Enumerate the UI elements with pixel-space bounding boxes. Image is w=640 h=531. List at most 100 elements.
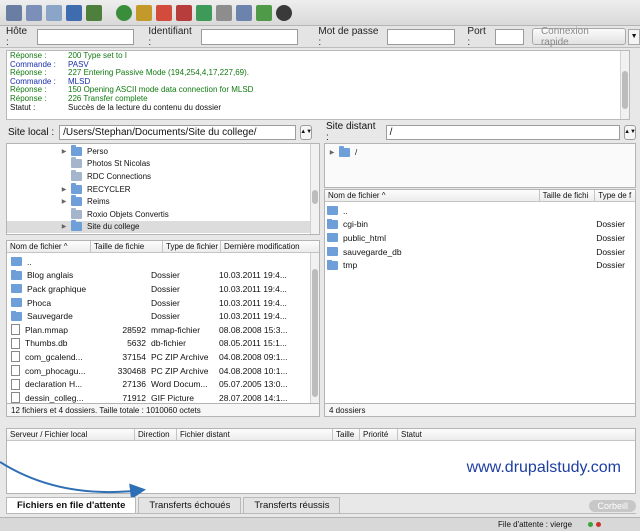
tab-failed-transfers[interactable]: Transferts échoués bbox=[138, 497, 242, 513]
process-queue-icon[interactable] bbox=[136, 4, 152, 21]
folder-icon bbox=[71, 169, 82, 181]
remote-file-row[interactable]: cgi-bin Dossier bbox=[325, 218, 635, 232]
folder-icon bbox=[11, 283, 22, 294]
user-input[interactable] bbox=[201, 28, 299, 45]
expand-triangle-icon[interactable]: ▶ bbox=[57, 198, 71, 205]
remote-col-type[interactable]: Type de f bbox=[595, 190, 635, 201]
remote-file-name: public_html bbox=[343, 232, 386, 243]
local-file-size: 27136 bbox=[122, 379, 146, 390]
local-tree-item[interactable]: ▶ RECYCLER bbox=[7, 182, 319, 196]
host-input[interactable] bbox=[36, 28, 135, 45]
remote-file-row[interactable]: .. bbox=[325, 204, 635, 218]
local-file-row[interactable]: com_gcalend... 37154 PC ZIP Archive 04.08.2… bbox=[7, 350, 319, 364]
remote-file-row[interactable]: sauvegarde_db Dossier bbox=[325, 245, 635, 259]
quickconnect-button[interactable]: Connexion rapide bbox=[531, 26, 627, 48]
local-path-bar: Site local : /Users/Stephan/Documents/Si… bbox=[8, 122, 320, 142]
local-file-type: mmap-fichier bbox=[151, 324, 201, 335]
folder-icon bbox=[11, 270, 22, 280]
toggle-remote-tree-icon[interactable] bbox=[66, 4, 82, 21]
expand-triangle-icon[interactable]: ▶ bbox=[57, 148, 71, 155]
local-file-date: 05.07.2005 13:0... bbox=[219, 379, 288, 390]
remote-tree-root[interactable]: ▶ / bbox=[325, 145, 635, 159]
local-tree-scrollbar[interactable] bbox=[310, 144, 319, 234]
local-tree-item[interactable]: ▶ Perso bbox=[7, 144, 319, 158]
compare-icon[interactable] bbox=[236, 4, 252, 21]
remote-path-input[interactable]: / bbox=[385, 124, 620, 140]
local-file-row[interactable]: com_phocagu... 330468 PC ZIP Archive 04.08.… bbox=[7, 364, 319, 378]
queue-col-server-local-file[interactable]: Serveur / Fichier local bbox=[7, 429, 135, 440]
reconnect-icon[interactable] bbox=[196, 4, 212, 21]
queue-col-status[interactable]: Statut bbox=[398, 429, 458, 440]
remote-file-row[interactable]: tmp Dossier bbox=[325, 258, 635, 272]
local-file-name-cell: Sauvegarde bbox=[7, 311, 93, 321]
remote-file-name: sauvegarde_db bbox=[343, 246, 402, 257]
filter-icon[interactable] bbox=[216, 4, 232, 21]
remote-file-row[interactable]: public_html Dossier bbox=[325, 231, 635, 245]
local-file-type: db-fichier bbox=[151, 338, 186, 349]
quickconnect-history-dropdown[interactable]: ▼ bbox=[628, 28, 640, 45]
toggle-log-icon[interactable] bbox=[26, 4, 42, 21]
local-tree-item[interactable]: ▶ Site du college bbox=[7, 220, 319, 234]
local-tree-item[interactable]: ▶ Reims bbox=[7, 195, 319, 208]
tab-queued-files[interactable]: Fichiers en file d'attente bbox=[6, 497, 137, 513]
local-directory-tree: ▶ Perso Photos St Nicolas RDC Connections ▶ R… bbox=[6, 143, 320, 235]
expand-triangle-icon[interactable]: ▶ bbox=[57, 223, 71, 230]
local-file-row[interactable]: .. bbox=[7, 255, 319, 269]
local-tree-item[interactable]: Roxio Objets Convertis bbox=[7, 207, 319, 221]
disconnect-icon[interactable] bbox=[176, 4, 192, 21]
local-file-type: Word Docum... bbox=[151, 379, 208, 390]
queue-col-remote-file[interactable]: Fichier distant bbox=[177, 429, 333, 440]
remote-file-type: Dossier bbox=[596, 219, 625, 230]
local-file-row[interactable]: declaration H... 27136 Word Docum... 05.07.… bbox=[7, 377, 319, 391]
site-manager-icon[interactable] bbox=[6, 4, 22, 21]
local-file-row[interactable]: Plan.mmap 28592 mmap-fichier 08.08.2008 15:… bbox=[7, 323, 319, 337]
local-path-history-button[interactable]: ▲▼ bbox=[300, 124, 313, 140]
local-file-size: 5632 bbox=[127, 338, 146, 349]
remote-file-name: tmp bbox=[343, 260, 358, 271]
local-tree-item[interactable]: RDC Connections bbox=[7, 169, 319, 183]
log-scrollbar[interactable] bbox=[620, 51, 629, 119]
local-col-date[interactable]: Dernière modification bbox=[221, 241, 313, 252]
local-col-size[interactable]: Taille de fichie bbox=[91, 241, 163, 252]
local-file-row[interactable]: Thumbs.db 5632 db-fichier 08.05.2011 15:1..… bbox=[7, 337, 319, 351]
log-row: Statut : Succès de la lecture du contenu … bbox=[10, 103, 626, 113]
local-file-row[interactable]: Sauvegarde Dossier 10.03.2011 19:4... bbox=[7, 309, 319, 323]
local-tree-item[interactable]: Photos St Nicolas bbox=[7, 157, 319, 171]
trash-button[interactable]: Corbeill bbox=[589, 500, 636, 512]
queue-col-priority[interactable]: Priorité bbox=[360, 429, 398, 440]
password-label: Mot de passe : bbox=[318, 25, 379, 48]
remote-col-name[interactable]: Nom de fichier ^ bbox=[325, 190, 540, 201]
local-file-scrollbar[interactable] bbox=[310, 253, 319, 403]
remote-tree-root-label: / bbox=[355, 147, 358, 157]
toggle-queue-icon[interactable] bbox=[86, 4, 102, 21]
local-col-name[interactable]: Nom de fichier ^ bbox=[7, 241, 91, 252]
port-input[interactable] bbox=[494, 28, 524, 45]
transfer-led-green-icon bbox=[588, 522, 594, 527]
local-col-type[interactable]: Type de fichier bbox=[163, 241, 221, 252]
cancel-icon[interactable] bbox=[156, 4, 172, 21]
sync-browse-icon[interactable] bbox=[256, 4, 272, 21]
file-icon bbox=[11, 324, 20, 336]
refresh-icon[interactable] bbox=[116, 4, 132, 21]
local-file-type: PC ZIP Archive bbox=[151, 351, 209, 362]
local-status-line: 12 fichiers et 4 dossiers. Taille totale… bbox=[6, 404, 320, 417]
file-icon bbox=[11, 365, 20, 377]
local-path-input[interactable]: /Users/Stephan/Documents/Site du college… bbox=[59, 124, 297, 140]
remote-col-size[interactable]: Taille de fichi bbox=[540, 190, 596, 201]
expand-triangle-icon[interactable]: ▶ bbox=[57, 186, 71, 193]
log-row: Réponse :227 Entering Passive Mode (194,… bbox=[10, 69, 626, 78]
local-file-row[interactable]: Phoca Dossier 10.03.2011 19:4... bbox=[7, 296, 319, 310]
search-icon[interactable] bbox=[276, 4, 292, 21]
local-file-row[interactable]: Blog anglais Dossier 10.03.2011 19:4... bbox=[7, 269, 319, 283]
local-file-row[interactable]: dessin_colleg... 71912 GIF Picture 28.07.20… bbox=[7, 391, 319, 403]
tab-successful-transfers[interactable]: Transferts réussis bbox=[243, 497, 341, 513]
toggle-tree-icon[interactable] bbox=[46, 4, 62, 21]
folder-icon bbox=[327, 232, 338, 243]
local-file-row[interactable]: Pack graphique Dossier 10.03.2011 19:4... bbox=[7, 282, 319, 296]
queue-col-direction[interactable]: Direction bbox=[135, 429, 177, 440]
remote-path-history-button[interactable]: ▲▼ bbox=[624, 124, 636, 140]
expand-triangle-icon[interactable]: ▶ bbox=[325, 149, 339, 156]
password-input[interactable] bbox=[387, 28, 456, 45]
log-row: Réponse :200 Type set to I bbox=[10, 51, 626, 61]
queue-col-size[interactable]: Taille bbox=[333, 429, 360, 440]
